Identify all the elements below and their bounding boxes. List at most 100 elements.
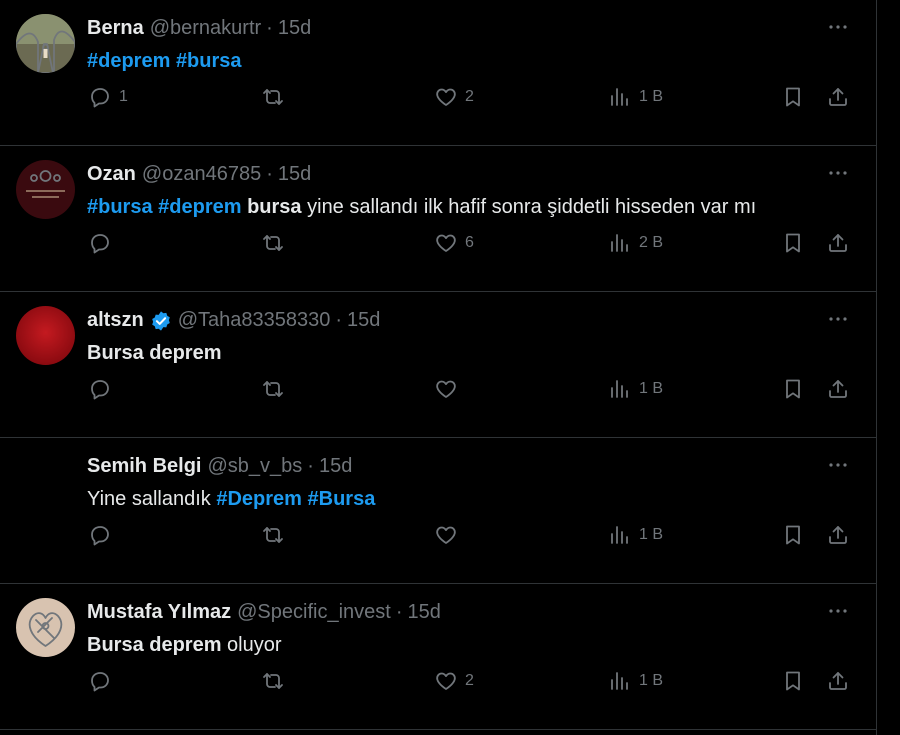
reply-button[interactable]: [88, 228, 119, 258]
author-handle[interactable]: @Taha83358330: [178, 309, 331, 332]
views-button[interactable]: 1 B: [608, 374, 663, 404]
bookmark-button[interactable]: [781, 666, 805, 696]
share-button[interactable]: [826, 374, 850, 404]
retweet-button[interactable]: [261, 374, 292, 404]
tweet[interactable]: altszn @Taha83358330 · 15d Bursa deprem 1 B: [0, 292, 876, 438]
views-count: 1 B: [639, 672, 664, 689]
retweet-icon: [263, 235, 283, 251]
reply-icon: [91, 672, 109, 692]
text-highlight: Bursa deprem: [87, 634, 222, 656]
like-button[interactable]: 2: [434, 82, 474, 112]
avatar[interactable]: [16, 598, 75, 657]
hashtag-link[interactable]: #Deprem: [216, 488, 302, 510]
hashtag-link[interactable]: #deprem: [87, 50, 170, 72]
author-name[interactable]: altszn: [87, 309, 144, 332]
avatar[interactable]: [16, 306, 75, 365]
avatar[interactable]: [16, 14, 75, 73]
share-icon: [829, 380, 847, 398]
like-icon: [436, 672, 456, 690]
like-button[interactable]: 2: [434, 666, 474, 696]
retweet-icon: [263, 527, 283, 543]
tweet[interactable]: Semih Belgi @sb_v_bs · 15d Yine sallandık #D…: [0, 438, 876, 584]
like-button[interactable]: [434, 374, 465, 404]
timestamp[interactable]: 15d: [278, 163, 311, 186]
share-icon: [829, 672, 847, 690]
retweet-button[interactable]: [261, 82, 292, 112]
views-icon: [611, 526, 628, 544]
author-name[interactable]: Berna: [87, 17, 144, 40]
tweet-text: Yine sallandık #Deprem #Bursa: [87, 488, 375, 511]
bookmark-icon: [786, 671, 800, 691]
bookmark-button[interactable]: [781, 520, 805, 550]
author-handle[interactable]: @bernakurtr: [150, 17, 261, 40]
author-name[interactable]: Mustafa Yılmaz: [87, 601, 231, 624]
more-icon[interactable]: [826, 161, 850, 185]
tweet[interactable]: Ozan @ozan46785 · 15d #bursa #deprem bursa y…: [0, 146, 876, 292]
text-segment: yine sallandı ilk hafif sonra şiddetli h…: [301, 196, 757, 218]
hashtag-link[interactable]: #deprem: [158, 196, 241, 218]
author-handle[interactable]: @Specific_invest: [237, 601, 391, 624]
author-name[interactable]: Semih Belgi: [87, 455, 201, 478]
like-button[interactable]: 6: [434, 228, 474, 258]
like-icon: [436, 380, 456, 398]
share-button[interactable]: [826, 520, 850, 550]
bookmark-button[interactable]: [781, 228, 805, 258]
retweet-icon: [263, 381, 283, 397]
like-button[interactable]: [434, 520, 465, 550]
share-icon: [829, 234, 847, 252]
bookmark-icon: [786, 379, 800, 399]
tweet-header: Mustafa Yılmaz @Specific_invest · 15d: [87, 601, 441, 624]
tweet[interactable]: Mustafa Yılmaz @Specific_invest · 15d Bursa …: [0, 584, 876, 730]
retweet-button[interactable]: [261, 666, 292, 696]
bookmark-button[interactable]: [781, 82, 805, 112]
views-icon: [611, 88, 628, 106]
action-bar: 1 B: [0, 520, 876, 550]
views-button[interactable]: 1 B: [608, 82, 663, 112]
views-count: 1 B: [639, 380, 664, 397]
views-button[interactable]: 1 B: [608, 520, 663, 550]
action-bar: 1 B: [0, 374, 876, 404]
reply-count: 1: [119, 88, 128, 105]
author-handle[interactable]: @sb_v_bs: [207, 455, 302, 478]
like-count: 2: [465, 672, 474, 689]
tweet-text: #deprem #bursa: [87, 50, 242, 73]
more-icon[interactable]: [826, 453, 850, 477]
views-button[interactable]: 2 B: [608, 228, 663, 258]
column-divider: [876, 0, 877, 735]
views-button[interactable]: 1 B: [608, 666, 663, 696]
more-icon[interactable]: [826, 15, 850, 39]
views-icon: [611, 380, 628, 398]
reply-icon: [91, 234, 109, 254]
timestamp[interactable]: 15d: [319, 455, 352, 478]
tweet[interactable]: Berna @bernakurtr · 15d #deprem #bursa 1 2 1 B: [0, 0, 876, 146]
share-button[interactable]: [826, 666, 850, 696]
avatar[interactable]: [16, 160, 75, 219]
hashtag-link[interactable]: #Bursa: [308, 488, 376, 510]
bookmark-icon: [786, 233, 800, 253]
author-handle[interactable]: @ozan46785: [142, 163, 261, 186]
hashtag-link[interactable]: #bursa: [176, 50, 242, 72]
more-icon[interactable]: [826, 307, 850, 331]
share-button[interactable]: [826, 82, 850, 112]
reply-button[interactable]: [88, 666, 119, 696]
bookmark-icon: [786, 525, 800, 545]
retweet-button[interactable]: [261, 520, 292, 550]
retweet-button[interactable]: [261, 228, 292, 258]
reply-button[interactable]: [88, 374, 119, 404]
more-icon[interactable]: [826, 599, 850, 623]
reply-button[interactable]: 1: [88, 82, 128, 112]
retweet-icon: [263, 673, 283, 689]
hashtag-link[interactable]: #bursa: [87, 196, 153, 218]
timestamp[interactable]: 15d: [408, 601, 441, 624]
timestamp[interactable]: 15d: [347, 309, 380, 332]
share-button[interactable]: [826, 228, 850, 258]
verified-badge-icon[interactable]: [150, 310, 172, 332]
retweet-icon: [263, 89, 283, 105]
timestamp[interactable]: 15d: [278, 17, 311, 40]
reply-icon: [91, 88, 109, 108]
reply-button[interactable]: [88, 520, 119, 550]
bookmark-button[interactable]: [781, 374, 805, 404]
action-bar: 1 2 1 B: [0, 82, 876, 112]
author-name[interactable]: Ozan: [87, 163, 136, 186]
tweet-feed: Berna @bernakurtr · 15d #deprem #bursa 1 2 1 BO…: [0, 0, 876, 735]
